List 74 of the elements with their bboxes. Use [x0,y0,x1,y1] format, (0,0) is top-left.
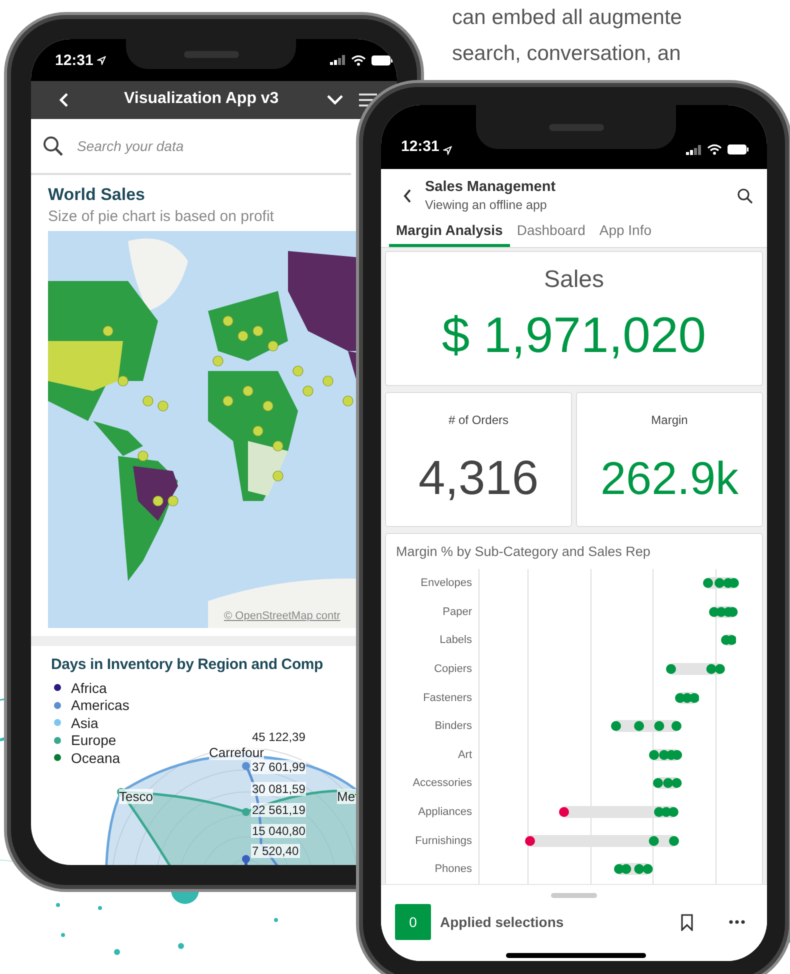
axis-tick-label: 7 520,40 [251,844,300,858]
axis-tick-label: 37 601,99 [251,760,306,774]
app-title: Sales Management [425,179,557,195]
axis-tick-label: 30 081,59 [251,782,306,796]
app-title: Visualization App v3 [124,90,279,108]
chevron-down-icon[interactable] [327,95,343,105]
search-field[interactable]: Search your data [75,137,279,155]
dot-range-drawing [611,719,682,734]
category-label: Paper [442,606,473,618]
legend-label: Europe [71,732,116,748]
location-arrow-icon [97,56,106,64]
dot-range-drawing [666,662,725,676]
wifi-icon [351,54,366,66]
dot-range-drawing [648,748,682,762]
dot-range-drawing [674,690,699,705]
axis-category-label: Carrefour [209,745,264,760]
bookmark-icon[interactable] [681,914,693,930]
signal-icon [686,144,702,154]
signal-icon [330,55,346,65]
axis-tick-label: 22 561,19 [251,803,306,817]
category-label: Labels [438,634,473,646]
dot-range-drawing [703,576,740,590]
radar-point [242,855,250,863]
selection-count: 0 [395,904,431,940]
kpi-label: Margin [651,413,688,429]
radar-point [242,762,250,770]
kpi-label: # of Orders [448,413,509,429]
dot-range-drawing [614,862,653,876]
search-icon [43,136,63,156]
chart-title: Margin % by Sub-Category and Sales Rep [395,544,652,559]
more-icon[interactable] [729,920,745,924]
wifi-icon [707,144,722,155]
dot-range-drawing [720,633,736,648]
app-subtitle: Viewing an offline app [425,198,548,212]
axis-tick-label: 45 122,39 [251,730,306,744]
card-title: World Sales [48,185,146,205]
status-time: 12:31 [55,52,94,68]
intro-text: search, conversation, an [452,41,682,67]
card-subtitle: Size of pie chart is based on profit [48,208,275,225]
sheet-tab[interactable]: App Info [592,216,659,247]
category-label: Furnishings [414,834,473,847]
legend-label: Oceana [71,750,120,766]
sheet-tab[interactable]: Dashboard [510,216,592,247]
category-label: Binders [434,720,473,732]
category-label: Art [456,748,473,761]
card-title: Days in Inventory by Region and Comp [51,656,324,673]
intro-text: can embed all augmente [452,5,682,31]
drag-handle[interactable] [551,893,597,898]
dot-range-drawing [709,604,738,619]
axis-category-label: Tesco [119,789,153,804]
map-attribution-link[interactable]: © OpenStreetMap contr [224,610,340,622]
legend-label: Americas [71,697,130,714]
back-icon[interactable] [403,188,412,202]
category-label: Phones [434,863,473,876]
status-time: 12:31 [401,138,440,155]
search-icon[interactable] [737,188,753,204]
category-label: Envelopes [420,577,473,590]
kpi-value: $ 1,971,020 [442,306,706,364]
kpi-value: 262.9k [600,451,739,505]
legend-label: Africa [71,680,107,696]
battery-icon [371,54,393,66]
selections-label[interactable]: Applied selections [440,914,564,930]
battery-icon [727,144,749,155]
category-label: Accessories [412,777,473,790]
kpi-label: Sales [544,266,604,294]
category-label: Copiers [433,663,473,676]
radar-point [242,808,250,816]
category-label: Fasteners [422,692,473,704]
kpi-value: 4,316 [418,451,539,506]
category-label: Appliances [417,806,473,818]
location-arrow-icon [443,146,452,155]
dot-range-drawing [653,776,682,790]
axis-tick-label: 15 040,80 [251,824,306,838]
legend-label: Asia [71,714,98,731]
